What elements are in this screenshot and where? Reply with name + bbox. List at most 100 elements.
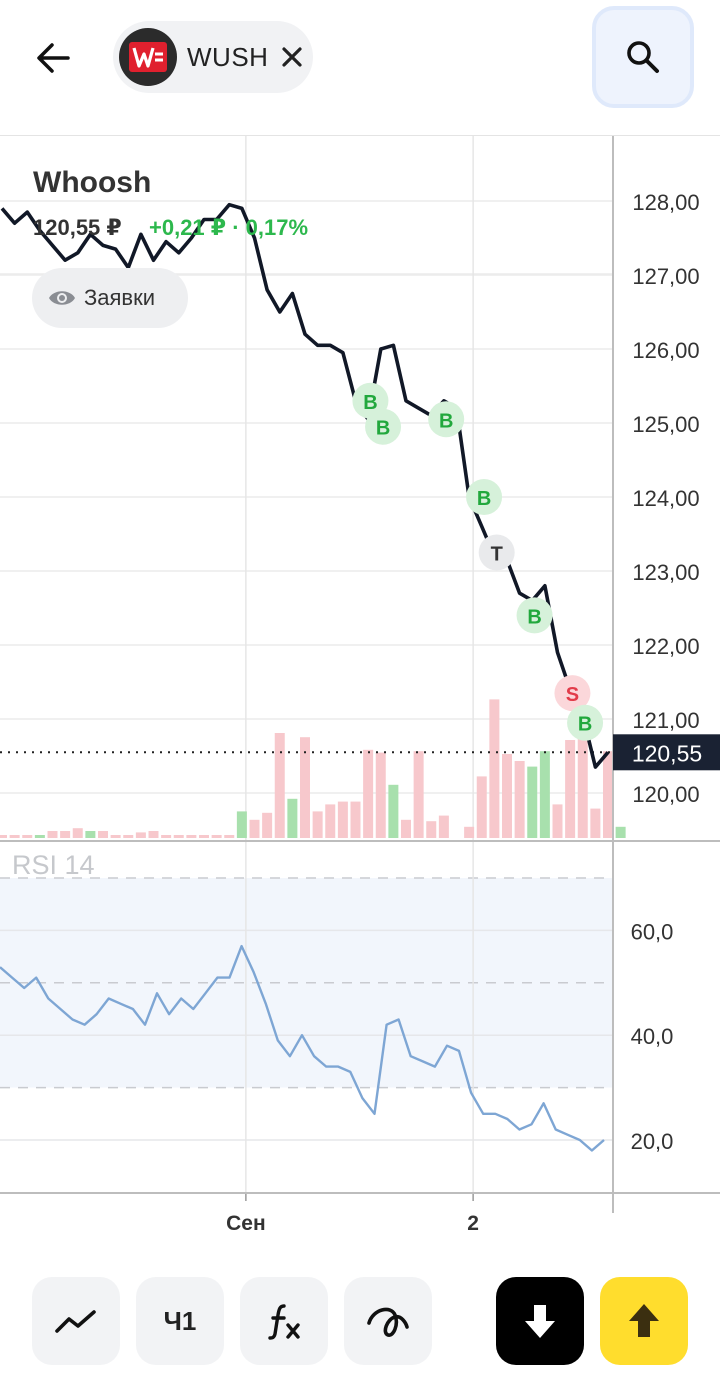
trade-marker-neutral: T (478, 534, 515, 571)
indicators-icon (268, 1304, 300, 1340)
instrument-price: 120,55 ₽ (33, 215, 122, 240)
volume-bar (464, 826, 475, 838)
rsi-label: RSI 14 (12, 850, 95, 880)
search-button[interactable] (592, 6, 694, 108)
ticker-chip[interactable]: WUSH (113, 21, 313, 93)
time-tick-label: Сен (226, 1212, 266, 1235)
trade-marker-buy: B (516, 597, 553, 634)
price-tick-label: 127,00 (632, 264, 699, 289)
volume-bar (325, 804, 336, 838)
price-tick-label: 128,00 (632, 190, 699, 215)
price-tick-label: 124,00 (632, 486, 699, 511)
volume-bar (236, 811, 247, 838)
trade-marker-buy: B (567, 704, 604, 741)
trade-marker-label: B (376, 418, 390, 440)
trade-marker-buy: B (466, 479, 503, 515)
rsi-tick-label: 60,0 (631, 919, 674, 944)
volume-bar (22, 835, 33, 838)
volume-bar (401, 819, 411, 838)
back-button[interactable] (22, 28, 86, 88)
volume-bar (476, 776, 487, 838)
indicators-button[interactable] (240, 1277, 328, 1365)
ticker-symbol: WUSH (187, 41, 269, 72)
volume-bar (186, 835, 197, 838)
rsi-tick-label: 20,0 (631, 1129, 674, 1154)
price-tick-label: 126,00 (632, 338, 699, 363)
volume-bar (262, 812, 273, 838)
volume-bar (590, 808, 601, 838)
volume-bar (426, 821, 437, 838)
trade-marker-label: T (491, 544, 503, 566)
orders-label: Заявки (84, 285, 156, 310)
volume-bar (98, 831, 108, 838)
volume-bar (123, 835, 134, 838)
volume-bar (161, 835, 172, 838)
bottom-toolbar: Ч1 (0, 1262, 720, 1382)
volume-bar (363, 749, 374, 838)
price-tick-label: 121,00 (632, 708, 699, 733)
volume-bar (603, 751, 613, 838)
time-tick-label: 2 (467, 1212, 479, 1235)
top-bar: WUSH (0, 0, 720, 136)
volume-bar (199, 835, 209, 838)
volume-bar (72, 828, 83, 838)
volume-bar (615, 826, 626, 838)
trade-marker-label: B (439, 410, 453, 432)
trade-marker-label: B (477, 488, 491, 510)
volume-bar (148, 831, 159, 838)
volume-bar (173, 835, 184, 838)
close-icon[interactable] (278, 43, 306, 71)
volume-bar (110, 835, 121, 838)
volume-bar (552, 804, 563, 838)
eye-icon (49, 291, 75, 305)
volume-bar (9, 835, 20, 838)
volume-bar (47, 831, 58, 838)
volume-bar (34, 835, 45, 838)
trade-marker-label: B (578, 714, 592, 736)
volume-bar (312, 811, 323, 838)
volume-bar (388, 784, 399, 838)
chart-type-button[interactable] (32, 1277, 120, 1365)
drawing-icon (367, 1307, 409, 1337)
trade-marker-label: S (566, 684, 579, 706)
volume-bar (135, 832, 146, 838)
buy-arrow-up-icon (629, 1304, 659, 1337)
volume-bar (539, 751, 550, 838)
buy-button[interactable] (600, 1277, 688, 1365)
volume-bar (527, 766, 538, 838)
orders-button[interactable]: Заявки (32, 268, 188, 328)
volume-bar (224, 835, 235, 838)
price-tick-label: 125,00 (632, 412, 699, 437)
price-tick-label: 120,00 (632, 782, 699, 807)
instrument-name: Whoosh (33, 166, 152, 199)
volume-bar (514, 761, 525, 838)
chart-type-icon (55, 1310, 96, 1333)
volume-bar (287, 798, 298, 838)
interval-button[interactable]: Ч1 (136, 1277, 224, 1365)
last-price-label: 120,55 (632, 740, 702, 766)
volume-bar (489, 699, 500, 838)
arrow-left-icon (37, 43, 70, 73)
volume-bar (0, 835, 7, 838)
volume-bar (211, 835, 222, 838)
whoosh-logo (119, 28, 177, 86)
volume-bar (337, 801, 348, 838)
sell-button[interactable] (496, 1277, 584, 1365)
trade-marker-label: B (527, 606, 541, 628)
sell-arrow-down-icon (525, 1305, 555, 1338)
trade-marker-buy: B (428, 401, 465, 438)
instrument-change: +0,21 ₽ · 0,17% (149, 215, 309, 240)
volume-bar (249, 819, 260, 838)
volume-bar (413, 751, 424, 838)
drawing-button[interactable] (344, 1277, 432, 1365)
rsi-tick-label: 40,0 (631, 1024, 674, 1049)
price-tick-label: 123,00 (632, 560, 699, 585)
price-tick-label: 122,00 (632, 634, 699, 659)
volume-bar (274, 733, 285, 838)
trade-marker-buy: B (365, 408, 402, 445)
volume-bar (375, 752, 386, 838)
volume-bar (565, 740, 576, 838)
volume-bar (350, 801, 361, 838)
search-icon (627, 41, 659, 73)
volume-bar (438, 815, 449, 838)
